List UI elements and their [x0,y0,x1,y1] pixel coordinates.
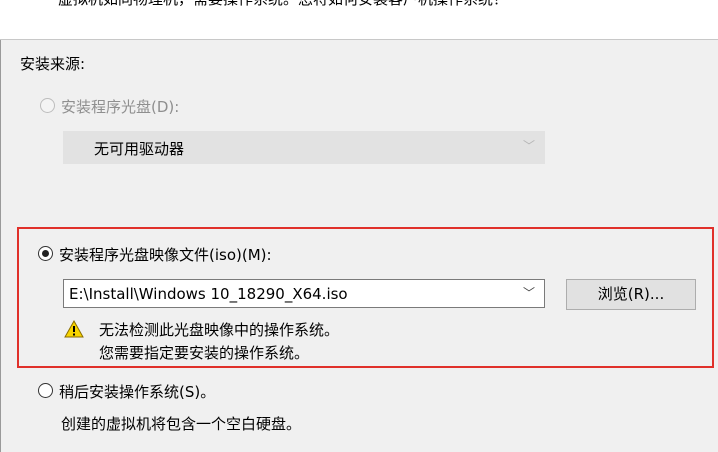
iso-path-combobox[interactable]: E:\Install\Windows 10_18290_X64.iso ﹀ [63,279,545,308]
dialog-header: 虚拟机如同物理机，需要操作系统。您将如何安装客户机操作系统？ [0,0,718,40]
radio-install-disc[interactable] [40,98,55,113]
radio-install-iso[interactable] [38,246,53,261]
radio-install-disc-label: 安装程序光盘(D): [61,98,180,116]
chevron-down-icon: ﹀ [522,139,535,153]
drive-select-value: 无可用驱动器 [94,140,185,158]
iso-path-value: E:\Install\Windows 10_18290_X64.iso [69,285,348,303]
chevron-down-icon[interactable]: ﹀ [523,284,535,301]
dialog-left-border [0,40,1,452]
warning-text-line2: 您需要指定要安装的操作系统。 [99,344,310,362]
drive-select[interactable]: 无可用驱动器 ﹀ [63,131,545,164]
radio-install-iso-label: 安装程序光盘映像文件(iso)(M): [59,246,272,264]
header-description: 虚拟机如同物理机，需要操作系统。您将如何安装客户机操作系统？ [58,0,508,9]
browse-button[interactable]: 浏览(R)... [566,279,696,310]
warning-text-line1: 无法检测此光盘映像中的操作系统。 [99,321,340,339]
radio-install-later[interactable] [38,383,53,398]
install-source-label: 安装来源: [20,55,86,73]
warning-icon [64,320,84,338]
radio-install-later-label: 稍后安装操作系统(S)。 [59,383,216,401]
install-later-description: 创建的虚拟机将包含一个空白硬盘。 [61,415,302,433]
